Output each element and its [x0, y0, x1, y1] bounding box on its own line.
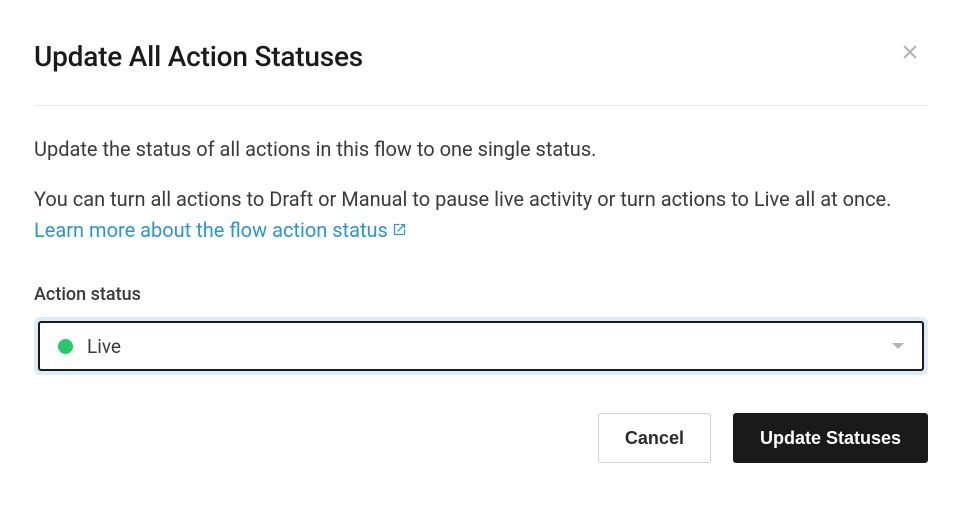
description-line-1: Update the status of all actions in this… — [34, 134, 928, 164]
status-dot-icon — [58, 339, 73, 354]
external-link-icon — [392, 222, 407, 237]
selected-status-value: Live — [87, 335, 121, 358]
chevron-down-icon — [892, 343, 904, 349]
modal-title: Update All Action Statuses — [34, 40, 928, 73]
action-status-select-wrapper: Live — [34, 317, 928, 375]
action-status-label: Action status — [34, 284, 928, 305]
close-button[interactable] — [898, 40, 922, 64]
close-icon — [901, 43, 919, 61]
divider — [34, 105, 928, 106]
cancel-button[interactable]: Cancel — [598, 413, 711, 463]
update-statuses-button-label: Update Statuses — [760, 428, 901, 449]
learn-more-link[interactable]: Learn more about the flow action status — [34, 218, 407, 242]
update-statuses-modal: Update All Action Statuses Update the st… — [0, 0, 962, 497]
modal-footer: Cancel Update Statuses — [34, 413, 928, 463]
cancel-button-label: Cancel — [625, 428, 684, 449]
description-text: You can turn all actions to Draft or Man… — [34, 187, 891, 211]
action-status-select[interactable]: Live — [38, 321, 924, 371]
update-statuses-button[interactable]: Update Statuses — [733, 413, 928, 463]
description-line-2: You can turn all actions to Draft or Man… — [34, 184, 928, 246]
learn-more-text: Learn more about the flow action status — [34, 218, 388, 242]
